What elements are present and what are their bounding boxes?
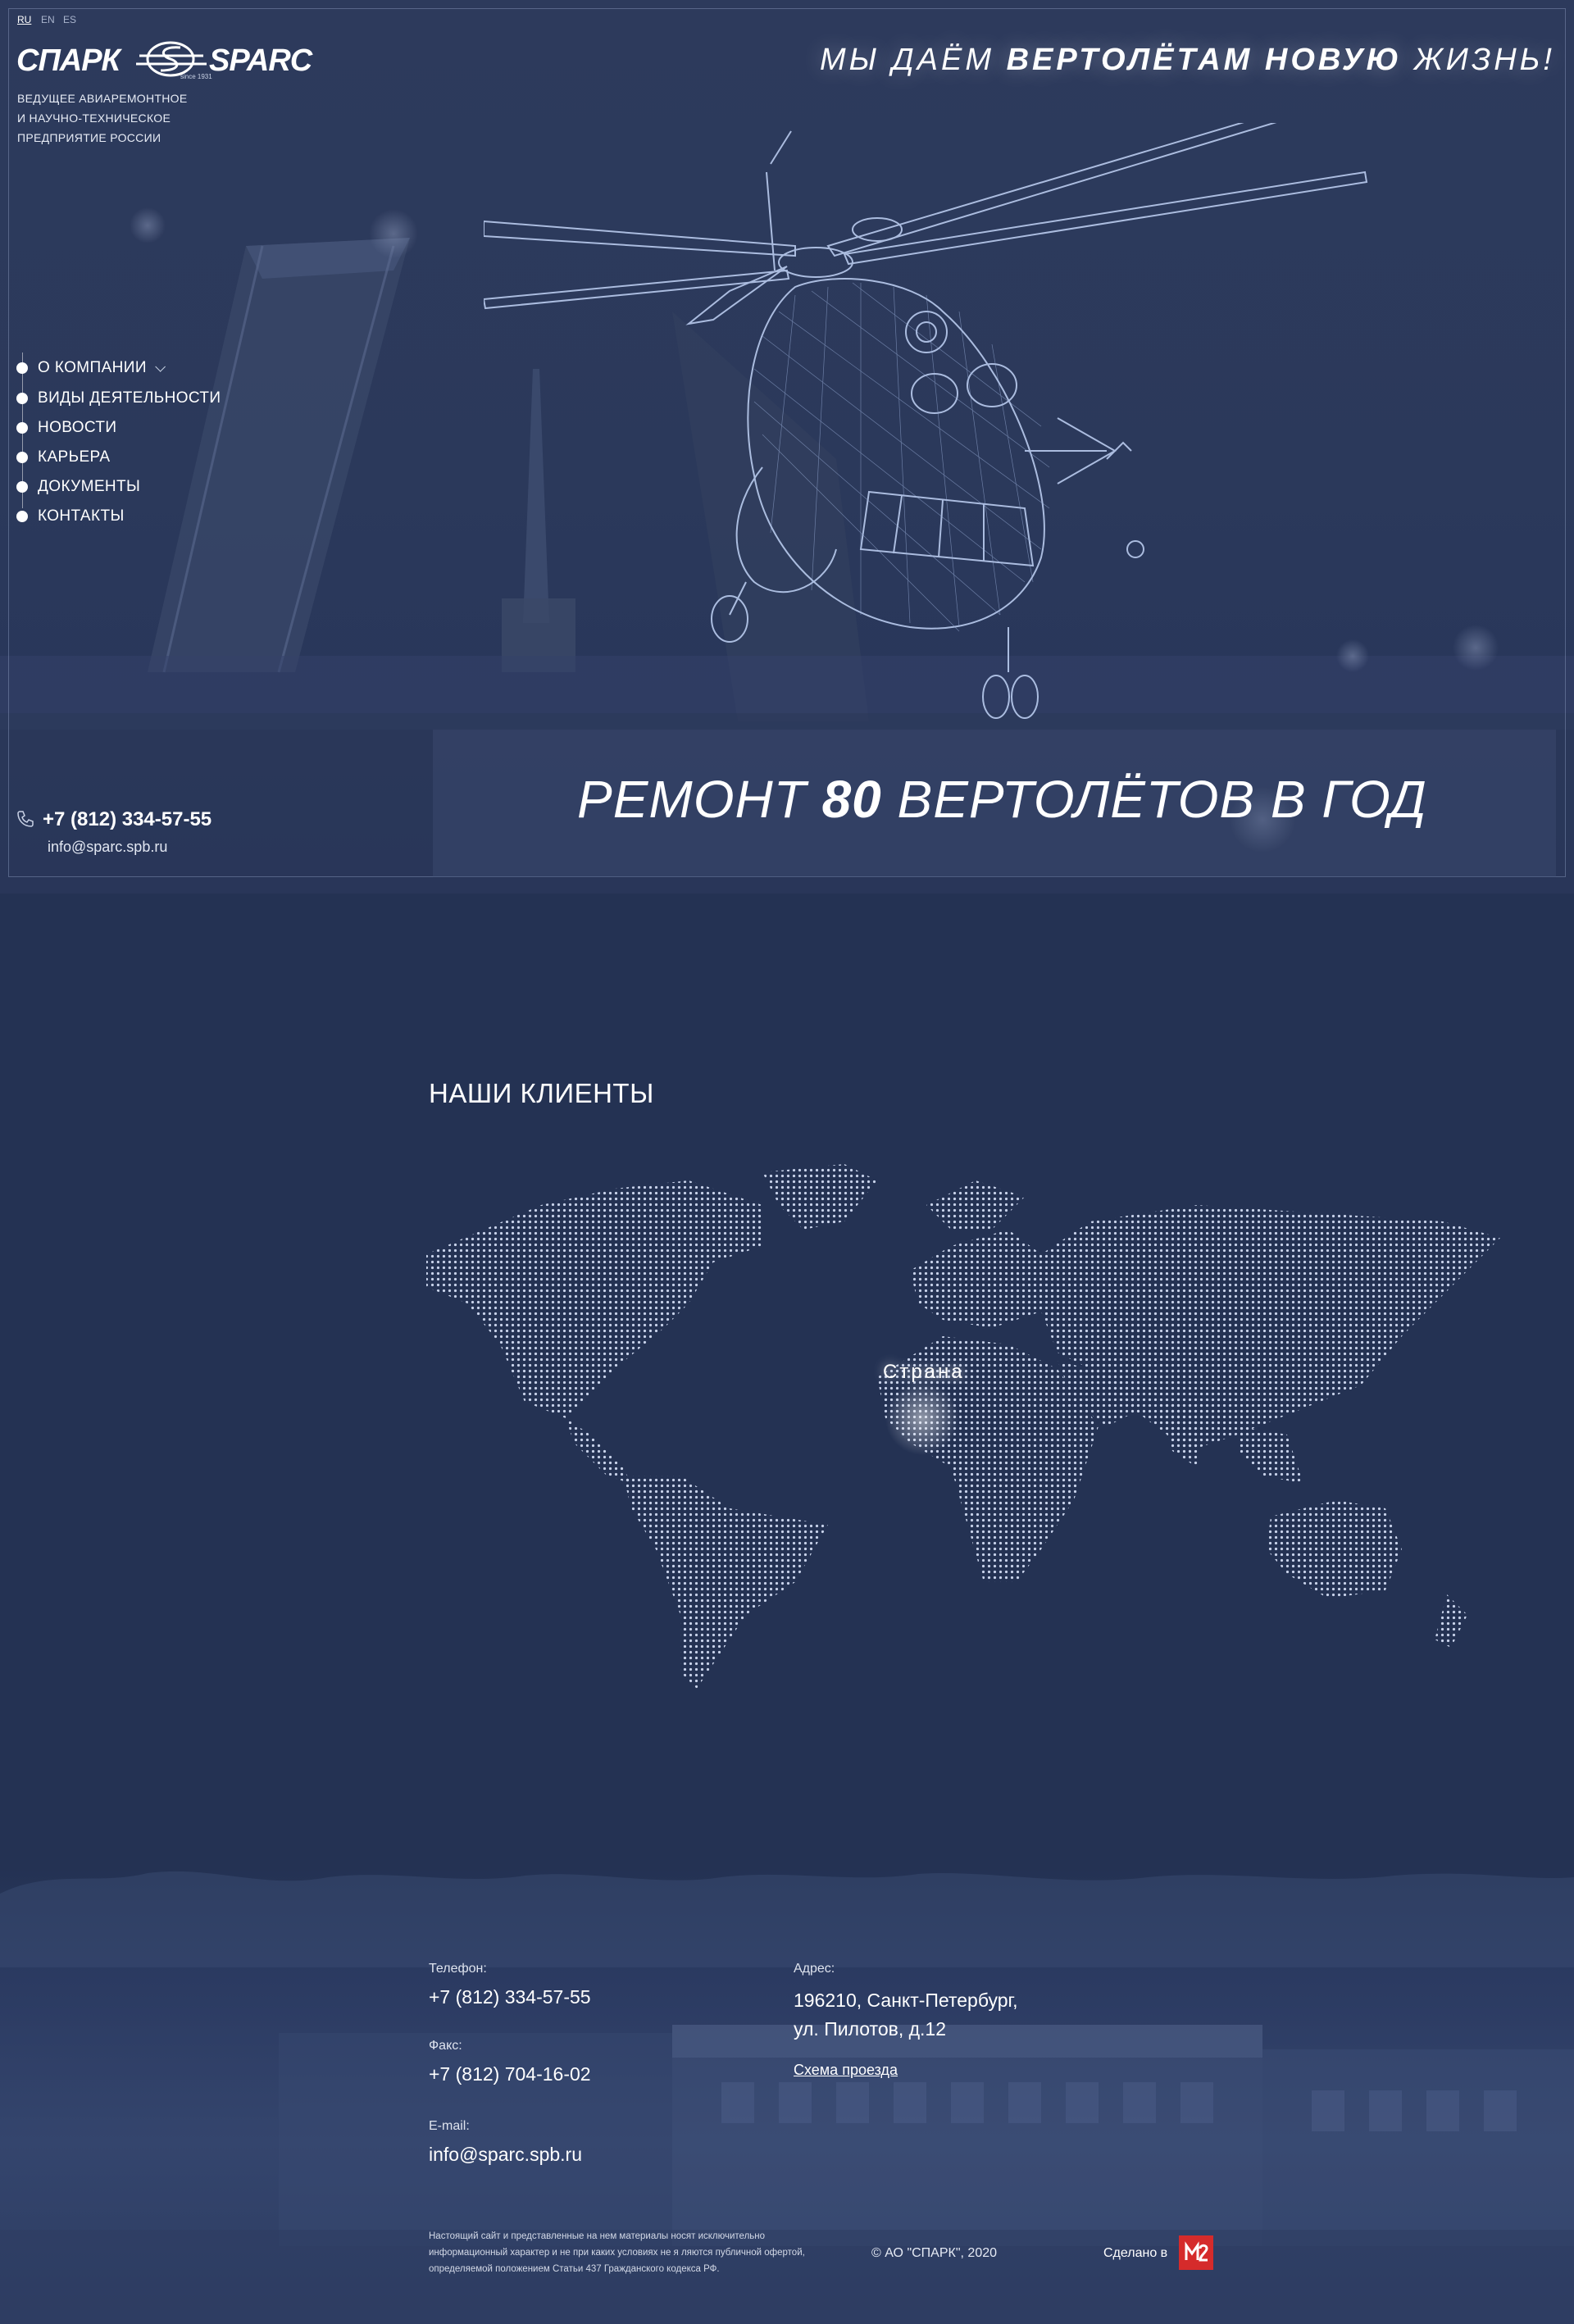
footer-email-label: E-mail: xyxy=(429,2119,470,2133)
banner-number: 80 xyxy=(821,770,882,829)
nav-label: ДОКУМЕНТЫ xyxy=(38,478,141,495)
nav-bullet-icon xyxy=(16,452,28,463)
hero-section: RU EN ES СПАРК SPARC since 1931 ВЕДУЩЕЕ … xyxy=(0,0,1574,894)
banner-pre: РЕМОНТ xyxy=(577,770,822,829)
footer-address-line-1: 196210, Санкт-Петербург, xyxy=(794,1990,1018,2011)
slogan-bold: ВЕРТОЛЁТАМ НОВУЮ xyxy=(1006,43,1403,77)
footer-email-link[interactable]: info@sparc.spb.ru xyxy=(429,2144,582,2166)
directions-link[interactable]: Схема проезда xyxy=(794,2062,898,2079)
header-phone-link[interactable]: +7 (812) 334-57-55 xyxy=(43,808,212,831)
footer-phone-link[interactable]: +7 (812) 334-57-55 xyxy=(429,1986,591,2008)
nav-item-documents[interactable]: ДОКУМЕНТЫ xyxy=(16,477,140,497)
clients-title: НАШИ КЛИЕНТЫ xyxy=(429,1078,654,1108)
nav-bullet-icon xyxy=(16,393,28,404)
nav-item-about[interactable]: О КОМПАНИИ xyxy=(16,358,166,378)
footer-fax-label: Факс: xyxy=(429,2039,462,2053)
sparc-logo[interactable]: СПАРК SPARC since 1931 xyxy=(16,39,320,87)
nav-label: НОВОСТИ xyxy=(38,419,117,436)
footer-phone-label: Телефон: xyxy=(429,1962,487,1976)
footer-address-line-2: ул. Пилотов, д.12 xyxy=(794,2018,946,2040)
nav-item-career[interactable]: КАРЬЕРА xyxy=(16,448,110,467)
svg-text:СПАРК: СПАРК xyxy=(16,43,123,78)
nav-label: КАРЬЕРА xyxy=(38,448,111,466)
banner-post: ВЕРТОЛЁТОВ В ГОД xyxy=(881,770,1427,829)
world-map[interactable] xyxy=(418,1156,1517,1697)
tagline-line-3: ПРЕДПРИЯТИЕ РОССИИ xyxy=(17,131,161,144)
hero-slogan: МЫ ДАЁМ ВЕРТОЛЁТАМ НОВУЮ ЖИЗНЬ! xyxy=(820,43,1555,78)
header-email-link[interactable]: info@sparc.spb.ru xyxy=(48,839,167,856)
slogan-pre: МЫ ДАЁМ xyxy=(820,43,1007,77)
nav-bullet-icon xyxy=(16,362,28,374)
lang-ru[interactable]: RU xyxy=(17,14,31,25)
phone-icon xyxy=(17,811,34,827)
footer-address-label: Адрес: xyxy=(794,1962,835,1976)
m2-agency-logo[interactable] xyxy=(1179,2235,1213,2270)
slogan-post: ЖИЗНЬ! xyxy=(1402,43,1555,77)
nav-bullet-icon xyxy=(16,511,28,522)
svg-text:since 1931: since 1931 xyxy=(180,73,212,80)
map-country-label: Страна xyxy=(883,1361,965,1383)
lang-en[interactable]: EN xyxy=(41,14,55,25)
nav-label: О КОМПАНИИ xyxy=(38,359,147,376)
svg-text:SPARC: SPARC xyxy=(209,43,313,78)
nav-item-activities[interactable]: ВИДЫ ДЕЯТЕЛЬНОСТИ xyxy=(16,389,221,408)
lang-es[interactable]: ES xyxy=(63,14,76,25)
nav-bullet-icon xyxy=(16,422,28,434)
footer-copyright: © АО "СПАРК", 2020 xyxy=(871,2246,998,2260)
tagline-line-1: ВЕДУЩЕЕ АВИАРЕМОНТНОЕ xyxy=(17,92,188,105)
footer-disclaimer: Настоящий сайт и представленные на нем м… xyxy=(429,2231,805,2274)
nav-label: ВИДЫ ДЕЯТЕЛЬНОСТИ xyxy=(38,389,221,407)
nav-bullet-icon xyxy=(16,481,28,493)
tagline-line-2: И НАУЧНО-ТЕХНИЧЕСКОЕ xyxy=(17,111,171,125)
footer-fax-value: +7 (812) 704-16-02 xyxy=(429,2063,591,2085)
hero-banner-text: РЕМОНТ 80 ВЕРТОЛЁТОВ В ГОД xyxy=(577,769,1427,830)
nav-item-contacts[interactable]: КОНТАКТЫ xyxy=(16,507,125,526)
m2-logo-icon xyxy=(1185,2241,1208,2262)
nav-label: КОНТАКТЫ xyxy=(38,507,125,525)
nav-item-news[interactable]: НОВОСТИ xyxy=(16,418,116,438)
made-in-label: Сделано в xyxy=(1103,2246,1168,2260)
